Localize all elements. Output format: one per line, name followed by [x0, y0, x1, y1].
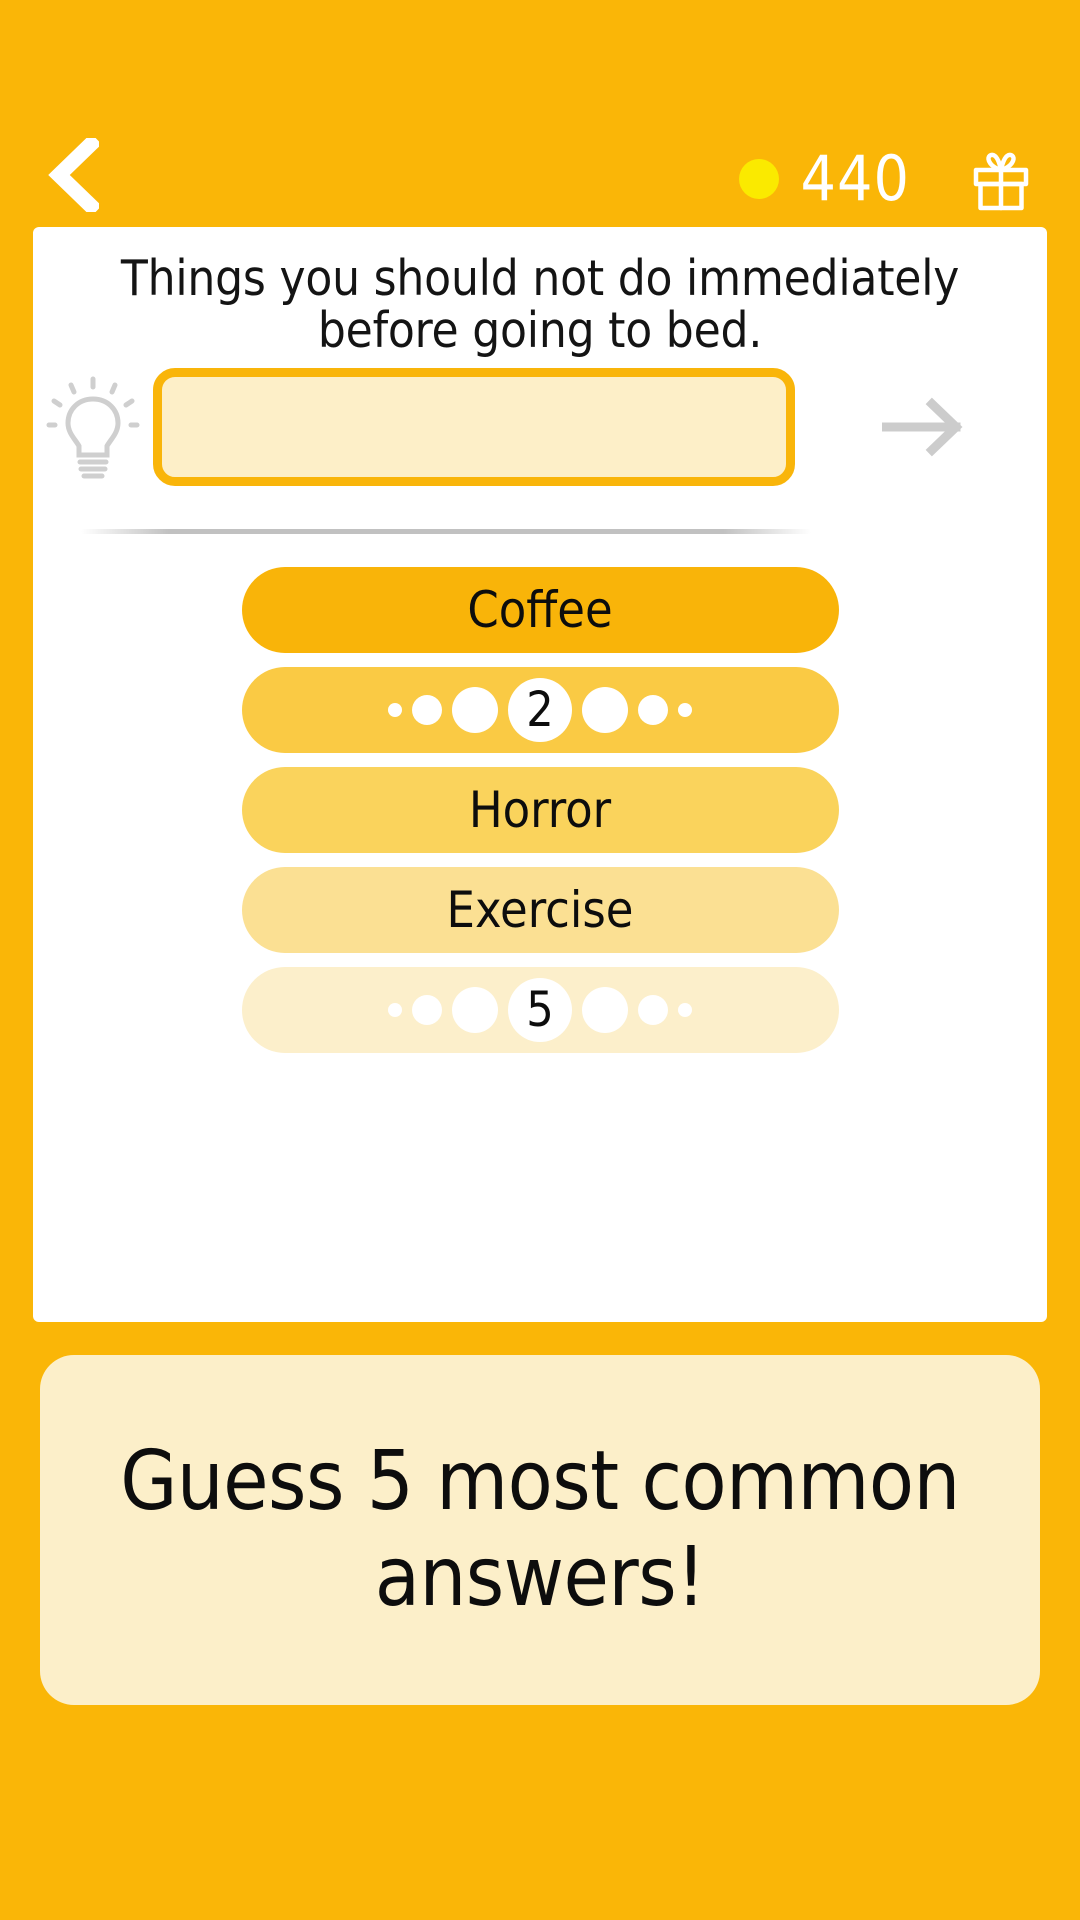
dot: [452, 987, 498, 1033]
answer-row-2[interactable]: 2: [241, 667, 839, 753]
dot: [582, 687, 628, 733]
answers-list: Coffee 2 Horror Exercise 5: [33, 567, 1047, 1067]
answer-row-1[interactable]: Coffee: [241, 567, 839, 653]
coin-count: 440: [800, 142, 910, 215]
dot: [678, 703, 692, 717]
answer-input-row: [33, 357, 1047, 497]
gift-button[interactable]: [970, 150, 1032, 212]
hint-button[interactable]: [33, 373, 153, 481]
rank-number: 2: [526, 682, 554, 738]
coin-balance[interactable]: 440: [738, 142, 910, 215]
hidden-answer-dots: 5: [388, 978, 692, 1042]
answer-row-4[interactable]: Exercise: [241, 867, 839, 953]
answer-input[interactable]: [153, 368, 795, 486]
rank-badge: 5: [508, 978, 572, 1042]
dot: [388, 1003, 402, 1017]
back-button[interactable]: [38, 138, 108, 212]
dot: [412, 695, 442, 725]
dot: [582, 987, 628, 1033]
dot: [412, 995, 442, 1025]
answer-row-5[interactable]: 5: [241, 967, 839, 1053]
hidden-answer-dots: 2: [388, 678, 692, 742]
coin-icon: [738, 159, 779, 199]
dot: [638, 695, 668, 725]
rank-number: 5: [526, 982, 554, 1038]
answer-label: Horror: [468, 781, 612, 839]
page-title: Things you should not do immediately bef…: [120, 250, 960, 359]
rank-badge: 2: [508, 678, 572, 742]
section-divider: [81, 529, 811, 534]
dot: [678, 1003, 692, 1017]
lightbulb-icon: [43, 373, 143, 481]
dot: [388, 703, 402, 717]
answer-label: Exercise: [446, 881, 634, 939]
chevron-left-icon: [47, 138, 99, 212]
submit-button[interactable]: [795, 396, 1047, 458]
gift-icon: [970, 150, 1032, 212]
dot: [452, 687, 498, 733]
dot: [638, 995, 668, 1025]
game-screen: 440 Things you should not do immediately…: [0, 0, 1080, 1920]
arrow-right-icon: [882, 396, 966, 458]
instruction-banner: Guess 5 most common answers!: [40, 1355, 1040, 1705]
question-card: Things you should not do immediately bef…: [33, 227, 1047, 1322]
answer-row-3[interactable]: Horror: [241, 767, 839, 853]
instruction-text: Guess 5 most common answers!: [120, 1434, 960, 1625]
header-bar: 440: [0, 0, 1080, 227]
answer-label: Coffee: [467, 581, 613, 639]
